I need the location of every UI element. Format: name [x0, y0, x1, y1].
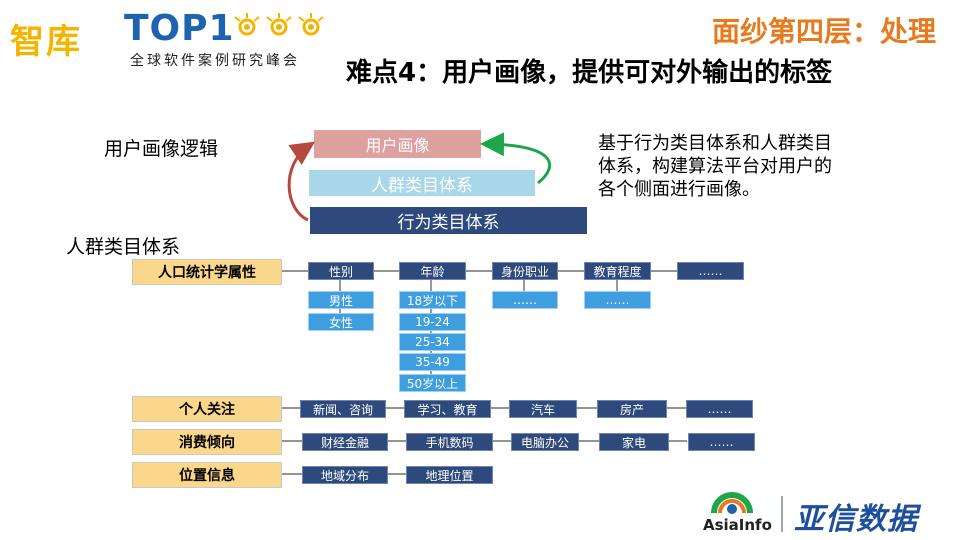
attr-more: ……: [677, 262, 744, 280]
consumption-item: 电脑办公: [511, 433, 579, 451]
occupation-value: ……: [492, 291, 558, 309]
category-interests: 个人关注: [132, 396, 282, 422]
consumption-item: ……: [688, 433, 755, 451]
interest-item: ……: [686, 400, 753, 418]
attr-education: 教育程度: [584, 262, 651, 280]
category-consumption: 消费倾向: [132, 429, 282, 455]
interest-item: 学习、教育: [404, 400, 491, 418]
attr-occupation: 身份职业: [492, 262, 558, 280]
gender-value: 女性: [308, 313, 374, 331]
age-value: 19-24: [399, 313, 466, 331]
asiainfo-logo-icon: [711, 492, 753, 514]
location-item: 地域分布: [302, 466, 388, 484]
age-value: 18岁以下: [399, 291, 466, 309]
interest-item: 新闻、咨询: [300, 400, 386, 418]
attr-gender: 性别: [308, 262, 374, 280]
age-value: 25-34: [399, 333, 466, 351]
consumption-item: 手机数码: [406, 433, 493, 451]
category-location: 位置信息: [132, 462, 282, 488]
consumption-item: 财经金融: [302, 433, 388, 451]
consumption-item: 家电: [599, 433, 669, 451]
attr-age: 年龄: [399, 262, 466, 280]
yaxin-data-logo: 亚信数据: [794, 502, 918, 537]
interest-item: 汽车: [509, 400, 577, 418]
category-demographics: 人口统计学属性: [132, 259, 282, 285]
age-value: 35-49: [399, 353, 466, 371]
logo-divider: [781, 496, 783, 532]
gender-value: 男性: [308, 291, 374, 309]
location-item: 地理位置: [406, 466, 493, 484]
age-value: 50岁以上: [399, 374, 466, 392]
asiainfo-label: AsiaInfo: [703, 516, 772, 534]
education-value: ……: [584, 291, 651, 309]
interest-item: 房产: [597, 400, 667, 418]
